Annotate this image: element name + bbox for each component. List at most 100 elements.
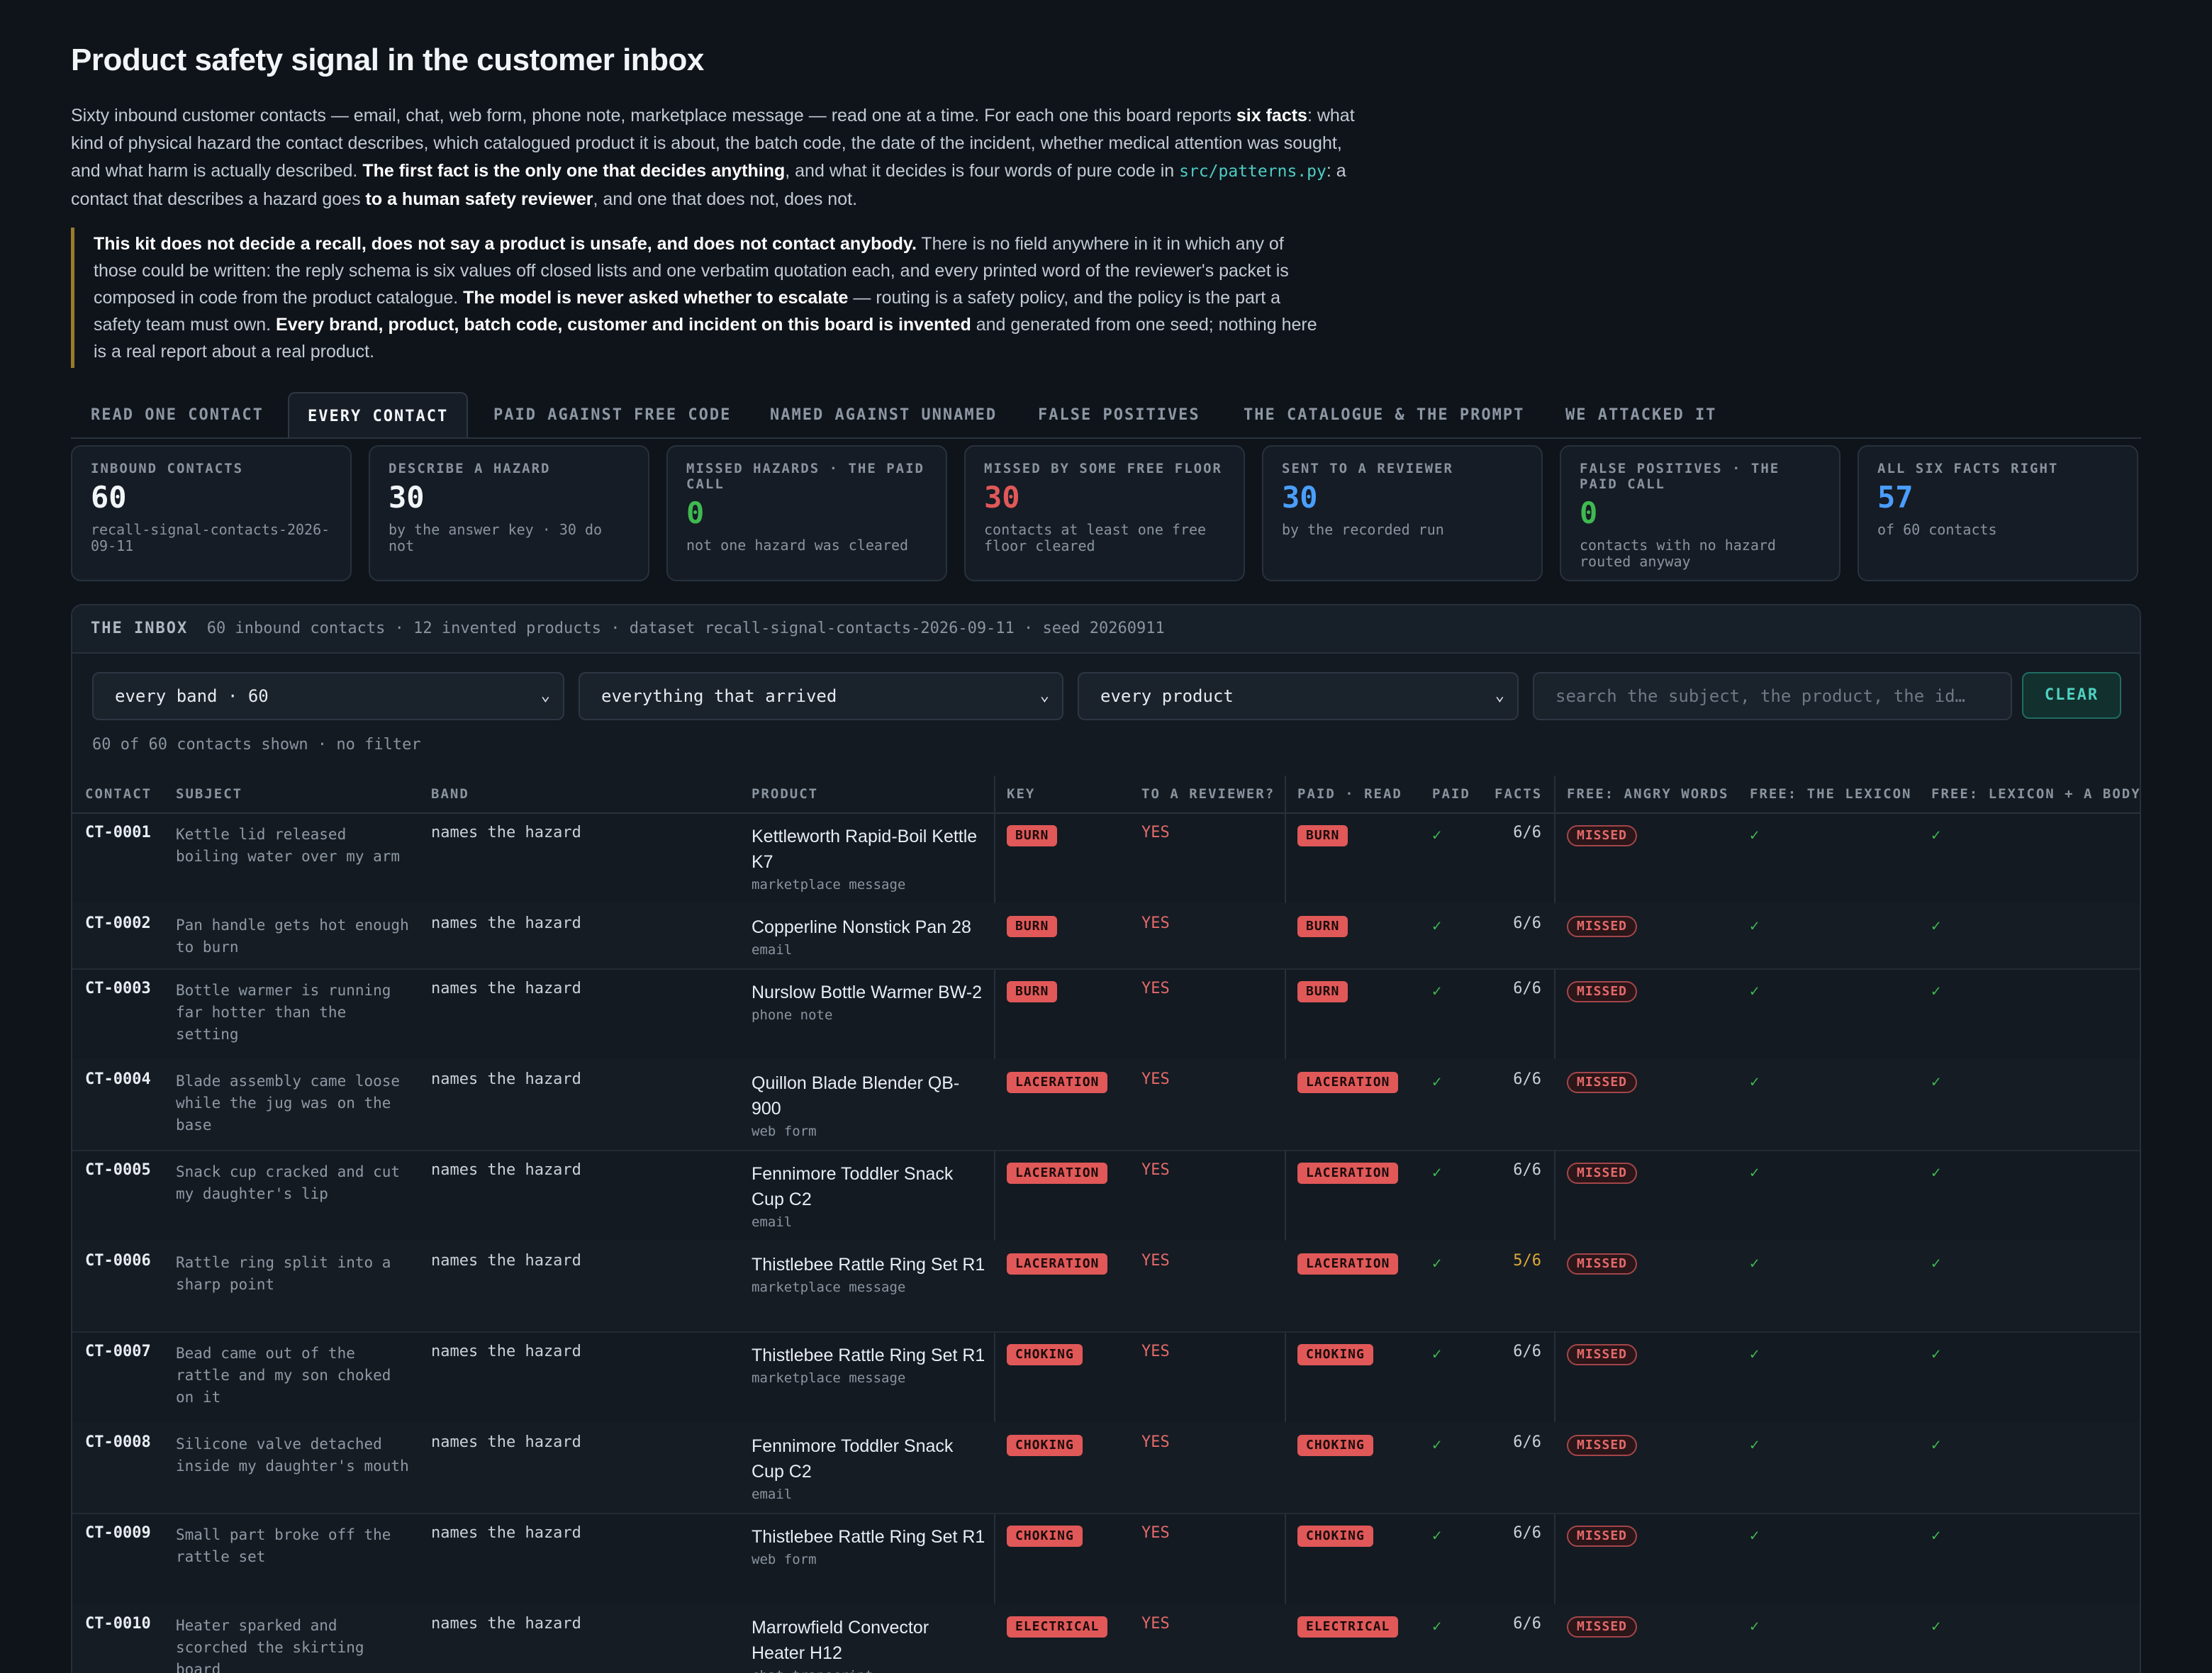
missed-badge: MISSED bbox=[1567, 981, 1638, 1002]
stat-describe-a-hazard: DESCRIBE A HAZARD 30 by the answer key ·… bbox=[369, 445, 649, 581]
search-input[interactable]: search the subject, the product, the id… bbox=[1533, 672, 2012, 720]
product-name: Kettleworth Rapid-Boil Kettle K7 bbox=[752, 827, 978, 872]
facts-score: 6/6 bbox=[1513, 914, 1541, 932]
contact-channel: email bbox=[752, 942, 793, 958]
check-icon: ✓ bbox=[1931, 1345, 1941, 1363]
missed-badge: MISSED bbox=[1567, 1072, 1638, 1093]
contact-band: names the hazard bbox=[431, 1524, 581, 1542]
table-row[interactable]: CT-0003 Bottle warmer is running far hott… bbox=[72, 968, 2140, 1061]
reviewer-routing: YES bbox=[1141, 1433, 1170, 1451]
product-cell: Copperline Nonstick Pan 28 email bbox=[752, 914, 985, 960]
contact-id: CT-0004 bbox=[85, 1070, 151, 1088]
product-name: Fennimore Toddler Snack Cup C2 bbox=[752, 1164, 954, 1209]
paid-read-cell: CHOKING bbox=[1297, 1435, 1373, 1456]
col-free-lexicon[interactable]: FREE: THE LEXICON bbox=[1750, 776, 1911, 812]
key-cell: CHOKING bbox=[1007, 1526, 1083, 1547]
paid-read-cell: ELECTRICAL bbox=[1297, 1616, 1399, 1638]
arrival-select[interactable]: everything that arrived ⌄ bbox=[579, 672, 1063, 720]
chevron-down-icon: ⌄ bbox=[1039, 687, 1049, 705]
contact-subject: Rattle ring split into a sharp point bbox=[176, 1254, 391, 1293]
col-contact[interactable]: CONTACT bbox=[85, 776, 152, 812]
product-select[interactable]: every product ⌄ bbox=[1078, 672, 1519, 720]
contact-id: CT-0006 bbox=[85, 1252, 151, 1270]
check-icon: ✓ bbox=[1432, 1436, 1442, 1454]
table-row[interactable]: CT-0008 Silicone valve detached inside my… bbox=[72, 1422, 2140, 1514]
chevron-down-icon: ⌄ bbox=[540, 687, 550, 705]
hazard-key-badge: LACERATION bbox=[1007, 1253, 1108, 1275]
hazard-key-badge: BURN bbox=[1007, 916, 1058, 937]
reviewer-routing: YES bbox=[1141, 824, 1170, 841]
paid-read-badge: LACERATION bbox=[1297, 1163, 1399, 1184]
tab-we-attacked-it[interactable]: WE ATTACKED IT bbox=[1565, 392, 1716, 436]
hazard-key-badge: BURN bbox=[1007, 825, 1058, 846]
missed-badge: MISSED bbox=[1567, 1163, 1638, 1184]
table-row[interactable]: CT-0009 Small part broke off the rattle s… bbox=[72, 1513, 2140, 1605]
disclaimer-callout: This kit does not decide a recall, does … bbox=[71, 228, 1327, 368]
col-facts[interactable]: FACTS bbox=[1495, 776, 1542, 812]
inbox-header: THE INBOX 60 inbound contacts · 12 inven… bbox=[72, 605, 2140, 654]
product-cell: Fennimore Toddler Snack Cup C2 email bbox=[752, 1433, 985, 1504]
check-icon: ✓ bbox=[1750, 917, 1760, 935]
table-row[interactable]: CT-0010 Heater sparked and scorched the s… bbox=[72, 1604, 2140, 1673]
table-row[interactable]: CT-0006 Rattle ring split into a sharp po… bbox=[72, 1241, 2140, 1333]
page: Product safety signal in the customer in… bbox=[71, 0, 2141, 1673]
tab-every-contact[interactable]: EVERY CONTACT bbox=[288, 392, 469, 437]
contact-subject: Bead came out of the rattle and my son c… bbox=[176, 1345, 391, 1406]
table-row[interactable]: CT-0004 Blade assembly came loose while t… bbox=[72, 1059, 2140, 1151]
table-row[interactable]: CT-0002 Pan handle gets hot enough to bur… bbox=[72, 903, 2140, 970]
paid-read-cell: LACERATION bbox=[1297, 1072, 1399, 1093]
check-icon: ✓ bbox=[1931, 1164, 1941, 1182]
col-paid-read[interactable]: PAID · READ bbox=[1297, 776, 1402, 812]
col-product[interactable]: PRODUCT bbox=[752, 776, 818, 812]
contact-id: CT-0009 bbox=[85, 1524, 151, 1542]
table-row[interactable]: CT-0005 Snack cup cracked and cut my daug… bbox=[72, 1150, 2140, 1242]
check-icon: ✓ bbox=[1931, 1255, 1941, 1272]
col-key[interactable]: KEY bbox=[1007, 776, 1035, 812]
col-to-reviewer[interactable]: TO A REVIEWER? bbox=[1141, 776, 1275, 812]
paid-read-cell: LACERATION bbox=[1297, 1253, 1399, 1275]
product-cell: Thistlebee Rattle Ring Set R1 marketplace… bbox=[752, 1252, 985, 1297]
col-paid[interactable]: PAID bbox=[1432, 776, 1470, 812]
key-cell: BURN bbox=[1007, 916, 1058, 937]
contact-id: CT-0007 bbox=[85, 1343, 151, 1360]
facts-score: 6/6 bbox=[1513, 824, 1541, 841]
facts-score: 5/6 bbox=[1513, 1252, 1541, 1270]
angry-words-cell: MISSED bbox=[1567, 1344, 1638, 1365]
facts-score: 6/6 bbox=[1513, 1615, 1541, 1633]
tab-named-against-unnamed[interactable]: NAMED AGAINST UNNAMED bbox=[770, 392, 997, 436]
contact-channel: email bbox=[752, 1214, 793, 1230]
contact-band: names the hazard bbox=[431, 1070, 581, 1088]
table-row[interactable]: CT-0001 Kettle lid released boiling water… bbox=[72, 812, 2140, 905]
tab-false-positives[interactable]: FALSE POSITIVES bbox=[1038, 392, 1200, 436]
check-icon: ✓ bbox=[1931, 983, 1941, 1000]
product-name: Marrowfield Convector Heater H12 bbox=[752, 1618, 929, 1663]
angry-words-cell: MISSED bbox=[1567, 1163, 1638, 1184]
contact-subject: Heater sparked and scorched the skirting… bbox=[176, 1617, 364, 1673]
facts-score: 6/6 bbox=[1513, 1161, 1541, 1179]
col-free-lexicon-body[interactable]: FREE: LEXICON + A BODY bbox=[1931, 776, 2140, 812]
missed-badge: MISSED bbox=[1567, 825, 1638, 846]
contact-band: names the hazard bbox=[431, 1161, 581, 1179]
band-select[interactable]: every band · 60 ⌄ bbox=[92, 672, 564, 720]
contact-subject: Kettle lid released boiling water over m… bbox=[176, 826, 401, 865]
table-row[interactable]: CT-0007 Bead came out of the rattle and m… bbox=[72, 1331, 2140, 1423]
tab-read-one-contact[interactable]: READ ONE CONTACT bbox=[91, 392, 264, 436]
contact-band: names the hazard bbox=[431, 980, 581, 997]
stat-cards: INBOUND CONTACTS 60 recall-signal-contac… bbox=[71, 445, 2141, 584]
check-icon: ✓ bbox=[1432, 983, 1442, 1000]
col-band[interactable]: BAND bbox=[431, 776, 469, 812]
tab-paid-against-free-code[interactable]: PAID AGAINST FREE CODE bbox=[493, 392, 731, 436]
contact-channel: marketplace message bbox=[752, 1280, 906, 1295]
tab-bar: READ ONE CONTACT EVERY CONTACT PAID AGAI… bbox=[71, 392, 2141, 439]
clear-button[interactable]: CLEAR bbox=[2022, 672, 2121, 719]
stat-all-six-facts-right: ALL SIX FACTS RIGHT 57 of 60 contacts bbox=[1858, 445, 2138, 581]
key-cell: CHOKING bbox=[1007, 1344, 1083, 1365]
paid-read-badge: LACERATION bbox=[1297, 1253, 1399, 1275]
col-free-angry-words[interactable]: FREE: ANGRY WORDS bbox=[1567, 776, 1728, 812]
check-icon: ✓ bbox=[1750, 1436, 1760, 1454]
facts-score: 6/6 bbox=[1513, 1433, 1541, 1451]
col-subject[interactable]: SUBJECT bbox=[176, 776, 242, 812]
check-icon: ✓ bbox=[1931, 827, 1941, 844]
tab-catalogue-and-prompt[interactable]: THE CATALOGUE & THE PROMPT bbox=[1244, 392, 1524, 436]
reviewer-routing: YES bbox=[1141, 1252, 1170, 1270]
